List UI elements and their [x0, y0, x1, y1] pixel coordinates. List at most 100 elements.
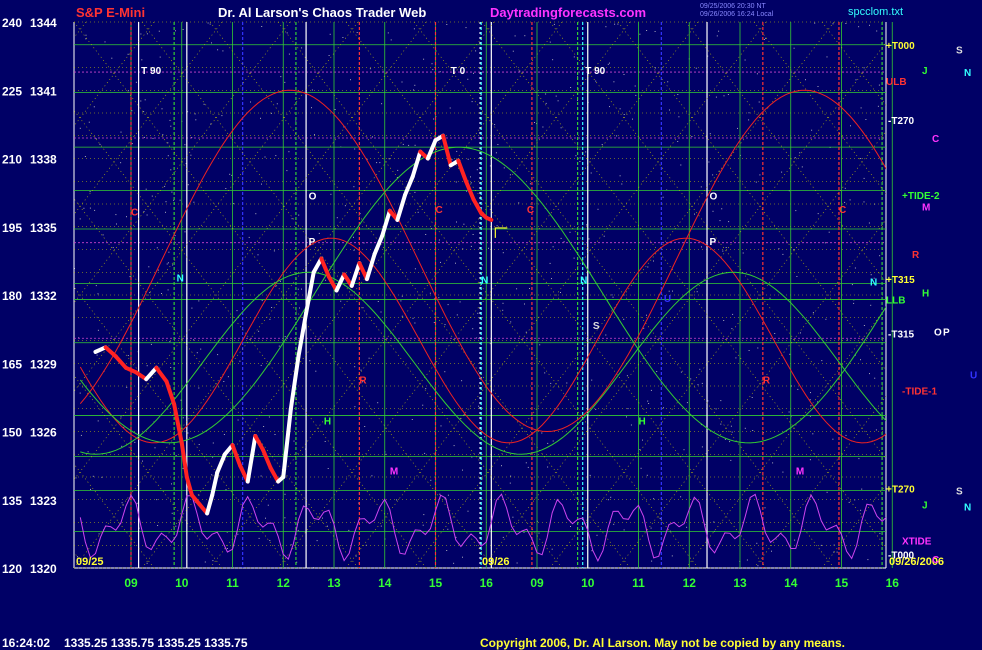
star — [728, 221, 730, 223]
planet-marker: R — [359, 376, 367, 387]
star — [354, 366, 356, 368]
star — [550, 382, 552, 384]
star — [782, 253, 784, 255]
star — [98, 533, 100, 535]
x-hour-label: 14 — [378, 576, 392, 590]
star — [328, 55, 330, 56]
star — [191, 307, 193, 309]
star — [195, 119, 197, 121]
star — [120, 131, 122, 133]
star — [316, 540, 318, 542]
planet-marker: H — [639, 417, 646, 428]
star — [549, 262, 551, 264]
star — [157, 525, 159, 526]
star — [271, 112, 272, 114]
star — [210, 123, 212, 125]
star — [376, 162, 378, 164]
star — [722, 250, 724, 252]
footer-quote: 1335.25 1335.75 1335.25 1335.75 — [64, 636, 248, 650]
star — [799, 152, 801, 154]
star — [648, 403, 650, 404]
star — [322, 517, 323, 519]
star — [207, 22, 209, 24]
star — [278, 345, 280, 347]
star — [678, 116, 680, 118]
star — [731, 431, 733, 433]
star — [853, 302, 855, 304]
star — [764, 507, 766, 509]
star — [591, 379, 593, 381]
price-segment — [484, 215, 494, 222]
star — [411, 419, 413, 420]
star — [187, 184, 189, 186]
star — [463, 414, 465, 416]
star — [655, 67, 656, 69]
star — [353, 186, 355, 188]
star — [686, 402, 688, 404]
star — [716, 35, 718, 37]
star — [275, 285, 277, 287]
planet-marker: C — [839, 205, 846, 216]
star — [104, 41, 106, 43]
star — [560, 237, 562, 239]
planet-label: M — [922, 202, 930, 213]
star — [431, 63, 433, 65]
star — [518, 202, 520, 204]
star — [423, 514, 425, 516]
star — [563, 241, 565, 243]
star — [605, 26, 607, 28]
star — [221, 115, 223, 117]
star — [527, 466, 529, 468]
star — [354, 148, 356, 150]
star — [172, 264, 174, 266]
star — [801, 166, 803, 168]
star — [190, 154, 192, 156]
x-hour-label: 15 — [835, 576, 849, 590]
star — [258, 330, 260, 332]
star — [371, 475, 373, 477]
star — [824, 242, 826, 244]
star — [836, 551, 838, 553]
star — [744, 59, 746, 61]
star — [152, 137, 154, 139]
star — [286, 32, 288, 34]
star — [227, 376, 229, 378]
level-label: -TIDE-1 — [902, 387, 937, 398]
star — [297, 288, 299, 290]
star — [752, 430, 754, 431]
star — [166, 263, 168, 265]
planet-marker: M — [796, 467, 804, 478]
star — [476, 337, 478, 339]
planet-label: C — [932, 134, 939, 145]
star — [417, 211, 419, 213]
star — [165, 201, 167, 203]
star — [538, 532, 540, 534]
star — [585, 151, 587, 153]
star — [642, 439, 643, 441]
star — [348, 529, 350, 531]
star — [440, 425, 442, 427]
level-label: ULB — [886, 77, 907, 88]
star — [87, 451, 89, 453]
star — [401, 81, 403, 83]
star — [261, 183, 262, 185]
star — [200, 348, 202, 350]
star — [616, 135, 618, 137]
star — [708, 161, 710, 163]
y-tick-label-right: 1341 — [30, 84, 57, 98]
star — [112, 247, 114, 249]
star — [718, 30, 720, 32]
star — [501, 465, 502, 467]
star — [742, 252, 744, 254]
star — [715, 96, 717, 98]
planet-label: P — [943, 327, 950, 338]
star — [869, 24, 870, 26]
star — [680, 164, 682, 166]
x-hour-label: 16 — [480, 576, 494, 590]
star — [204, 561, 206, 563]
star — [844, 187, 846, 189]
star — [211, 474, 213, 476]
star — [680, 371, 682, 373]
level-label: +T270 — [886, 484, 915, 495]
star — [433, 118, 435, 120]
